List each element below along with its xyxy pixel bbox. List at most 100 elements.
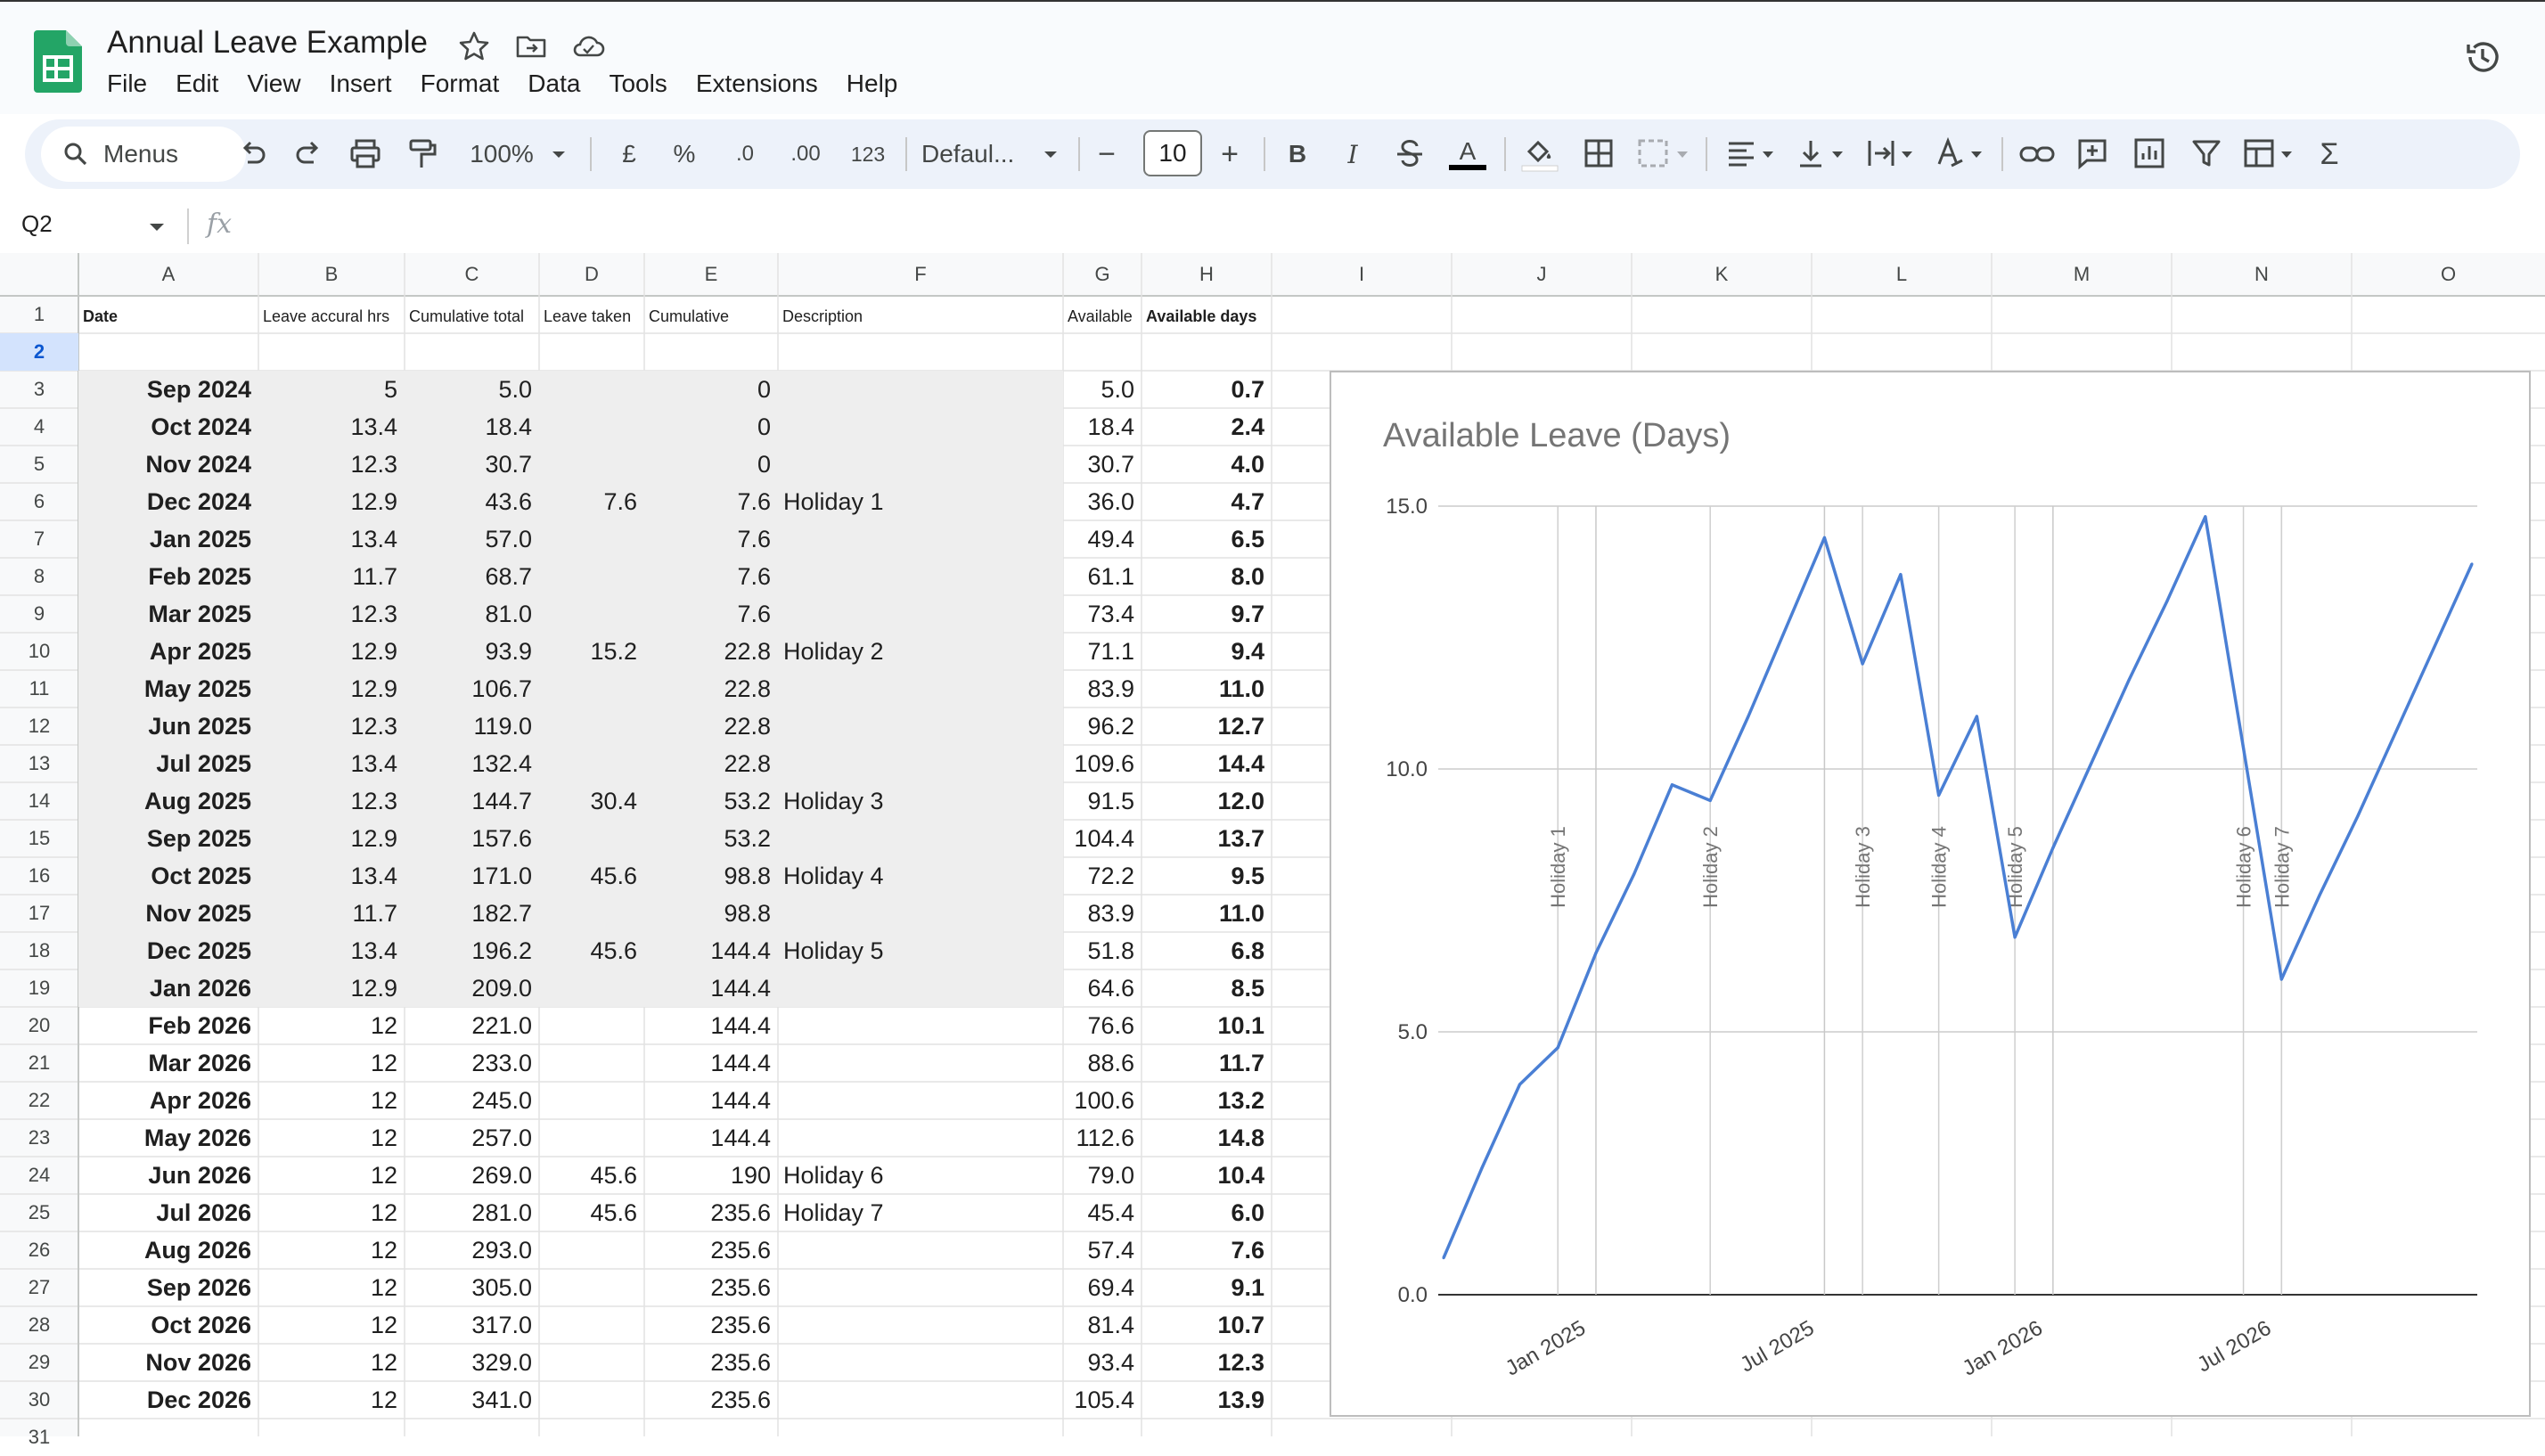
cumulative-cell[interactable]: 22.8 [644, 670, 778, 708]
accrual-cell[interactable]: 12 [258, 1194, 405, 1231]
cumulative-total-cell[interactable]: 233.0 [405, 1044, 539, 1082]
accrual-cell[interactable]: 12 [258, 1157, 405, 1194]
leave-taken-cell[interactable] [539, 520, 644, 558]
date-cell[interactable]: Apr 2026 [78, 1082, 258, 1119]
cumulative-total-cell[interactable]: 81.0 [405, 595, 539, 633]
accrual-cell[interactable]: 12.9 [258, 483, 405, 520]
menu-data[interactable]: Data [513, 70, 594, 98]
leave-taken-cell[interactable] [539, 895, 644, 932]
description-cell[interactable] [778, 1344, 1063, 1381]
header-available-days[interactable]: Available days [1142, 296, 1272, 333]
available-cell[interactable]: 100.6 [1063, 1082, 1142, 1119]
chevron-down-icon[interactable] [146, 221, 168, 235]
available-cell[interactable]: 104.4 [1063, 820, 1142, 857]
available-cell[interactable]: 49.4 [1063, 520, 1142, 558]
accrual-cell[interactable]: 11.7 [258, 895, 405, 932]
cumulative-total-cell[interactable]: 119.0 [405, 708, 539, 745]
row-header[interactable]: 10 [0, 633, 78, 670]
available-cell[interactable]: 45.4 [1063, 1194, 1142, 1231]
cumulative-cell[interactable]: 53.2 [644, 820, 778, 857]
accrual-cell[interactable]: 12 [258, 1119, 405, 1157]
cumulative-cell[interactable]: 7.6 [644, 483, 778, 520]
description-cell[interactable] [778, 371, 1063, 408]
available-cell[interactable]: 73.4 [1063, 595, 1142, 633]
row-header[interactable]: 29 [0, 1344, 78, 1381]
leave-taken-cell[interactable]: 7.6 [539, 483, 644, 520]
available-cell[interactable]: 88.6 [1063, 1044, 1142, 1082]
description-cell[interactable]: Holiday 2 [778, 633, 1063, 670]
cumulative-total-cell[interactable]: 196.2 [405, 932, 539, 969]
date-cell[interactable]: Jun 2026 [78, 1157, 258, 1194]
borders-icon[interactable] [1579, 130, 1618, 178]
leave-taken-cell[interactable] [539, 446, 644, 483]
row-header[interactable]: 16 [0, 857, 78, 895]
cumulative-cell[interactable]: 53.2 [644, 782, 778, 820]
row-header[interactable]: 17 [0, 895, 78, 932]
cumulative-cell[interactable]: 0 [644, 371, 778, 408]
available-days-cell[interactable]: 9.4 [1142, 633, 1272, 670]
document-title[interactable]: Annual Leave Example [107, 25, 428, 61]
date-cell[interactable]: Aug 2026 [78, 1231, 258, 1269]
row-header[interactable]: 12 [0, 708, 78, 745]
leave-taken-cell[interactable] [539, 371, 644, 408]
available-cell[interactable]: 30.7 [1063, 446, 1142, 483]
available-days-cell[interactable]: 13.2 [1142, 1082, 1272, 1119]
leave-taken-cell[interactable] [539, 595, 644, 633]
cumulative-total-cell[interactable]: 281.0 [405, 1194, 539, 1231]
leave-taken-cell[interactable] [539, 1269, 644, 1306]
accrual-cell[interactable]: 12.3 [258, 708, 405, 745]
available-cell[interactable]: 83.9 [1063, 670, 1142, 708]
leave-taken-cell[interactable]: 45.6 [539, 932, 644, 969]
available-days-cell[interactable]: 11.7 [1142, 1044, 1272, 1082]
available-cell[interactable]: 93.4 [1063, 1344, 1142, 1381]
row-header[interactable]: 8 [0, 558, 78, 595]
accrual-cell[interactable]: 12 [258, 1344, 405, 1381]
accrual-cell[interactable]: 13.4 [258, 408, 405, 446]
cumulative-cell[interactable]: 235.6 [644, 1344, 778, 1381]
available-cell[interactable]: 57.4 [1063, 1231, 1142, 1269]
available-days-cell[interactable]: 4.7 [1142, 483, 1272, 520]
accrual-cell[interactable]: 12.9 [258, 670, 405, 708]
available-cell[interactable]: 112.6 [1063, 1119, 1142, 1157]
cumulative-cell[interactable]: 7.6 [644, 595, 778, 633]
row-header[interactable]: 23 [0, 1119, 78, 1157]
column-header[interactable]: B [258, 253, 405, 296]
date-cell[interactable]: Oct 2025 [78, 857, 258, 895]
font-select[interactable]: Defaul... [921, 130, 1037, 178]
column-header[interactable]: L [1812, 253, 1992, 296]
fill-color-icon[interactable] [1518, 130, 1561, 178]
star-icon[interactable] [456, 29, 492, 64]
date-cell[interactable]: Feb 2026 [78, 1007, 258, 1044]
percent-format-button[interactable]: % [668, 130, 700, 178]
cumulative-cell[interactable]: 7.6 [644, 558, 778, 595]
date-cell[interactable]: Jan 2026 [78, 969, 258, 1007]
description-cell[interactable] [778, 1269, 1063, 1306]
text-rotation-icon[interactable] [1932, 130, 1989, 178]
text-wrapping-icon[interactable] [1862, 130, 1919, 178]
insert-comment-icon[interactable] [2073, 130, 2112, 178]
menu-format[interactable]: Format [406, 70, 514, 98]
accrual-cell[interactable]: 12 [258, 1306, 405, 1344]
menu-extensions[interactable]: Extensions [682, 70, 832, 98]
header-cumulative-total[interactable]: Cumulative total [405, 296, 539, 333]
date-cell[interactable]: Feb 2025 [78, 558, 258, 595]
accrual-cell[interactable]: 12 [258, 1231, 405, 1269]
column-header[interactable]: G [1063, 253, 1142, 296]
row-header[interactable]: 31 [0, 1419, 78, 1456]
accrual-cell[interactable]: 12.9 [258, 633, 405, 670]
leave-taken-cell[interactable] [539, 1231, 644, 1269]
accrual-cell[interactable]: 5 [258, 371, 405, 408]
description-cell[interactable] [778, 408, 1063, 446]
description-cell[interactable]: Holiday 1 [778, 483, 1063, 520]
available-cell[interactable]: 83.9 [1063, 895, 1142, 932]
cumulative-total-cell[interactable]: 257.0 [405, 1119, 539, 1157]
row-header[interactable]: 4 [0, 408, 78, 446]
row-header[interactable]: 18 [0, 932, 78, 969]
leave-taken-cell[interactable] [539, 820, 644, 857]
spreadsheet-grid[interactable]: ABCDEFGHIJKLMNO 1 2 3 4 5 6 7 8 9 10 11 12 13 14 15 16 1… [0, 253, 2545, 1448]
column-header[interactable]: J [1452, 253, 1632, 296]
description-cell[interactable] [778, 670, 1063, 708]
description-cell[interactable] [778, 969, 1063, 1007]
column-header[interactable]: E [644, 253, 778, 296]
number-format-button[interactable]: 123 [841, 130, 895, 178]
